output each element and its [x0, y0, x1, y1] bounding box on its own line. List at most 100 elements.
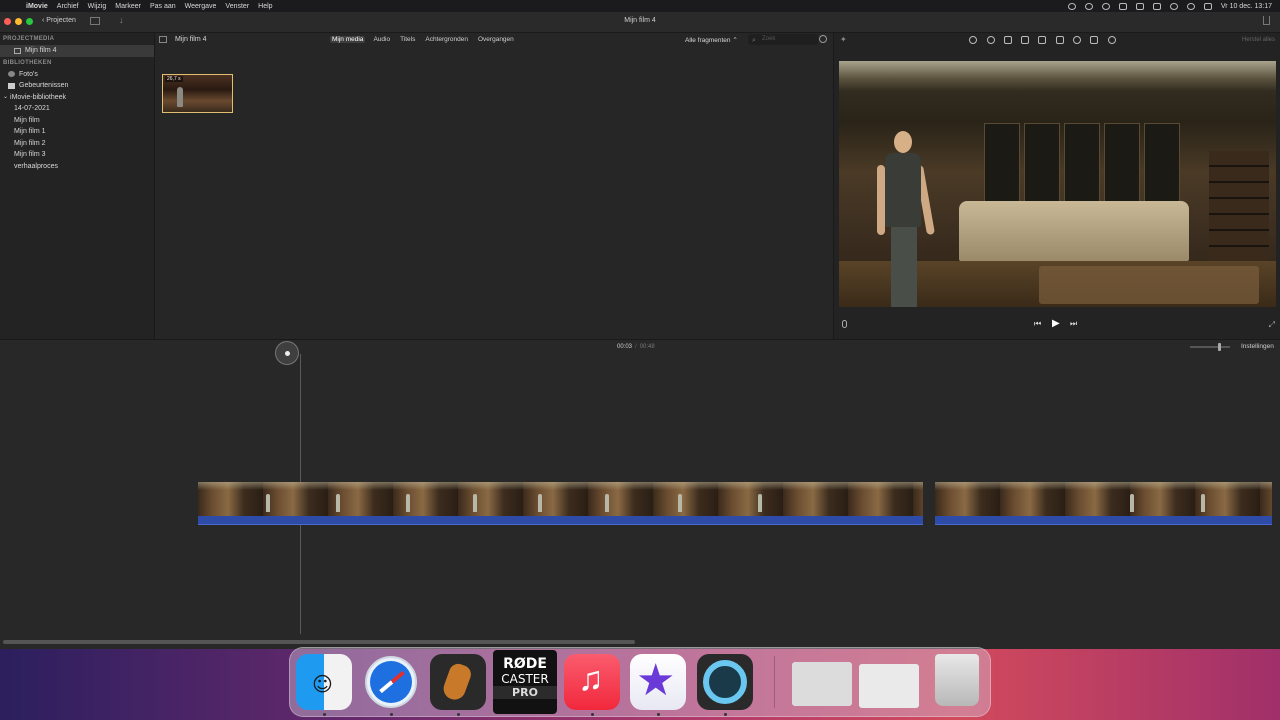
sidebar-item-mijn-film-3[interactable]: Mijn film 3: [0, 149, 154, 161]
filmstrip-figure: [678, 494, 682, 512]
finder-icon[interactable]: ☺: [296, 654, 352, 710]
garageband-icon[interactable]: [430, 654, 486, 710]
sidebar-item-events[interactable]: Gebeurtenissen: [0, 80, 154, 92]
stabilization-icon[interactable]: [1021, 36, 1029, 44]
clip-filter-select[interactable]: Alle fragmenten ⌃: [685, 36, 738, 44]
sidebar-item-mijn-film-1[interactable]: Mijn film 1: [0, 126, 154, 138]
menu-help[interactable]: Help: [258, 3, 272, 10]
tab-backgrounds[interactable]: Achtergronden: [423, 36, 470, 43]
share-icon[interactable]: [1263, 16, 1270, 25]
battery-icon[interactable]: [1152, 2, 1161, 10]
trash-icon[interactable]: [935, 654, 979, 706]
skip-back-icon[interactable]: ⏮: [1034, 319, 1041, 329]
menu-archief[interactable]: Archief: [57, 3, 79, 10]
menu-pas-aan[interactable]: Pas aan: [150, 3, 176, 10]
menu-imovie[interactable]: iMovie: [26, 3, 48, 10]
recent-document-stack[interactable]: [792, 662, 852, 706]
quicktime-icon[interactable]: [697, 654, 753, 710]
sidebar-item-event-date[interactable]: 14-07-2021: [0, 103, 154, 115]
sidebar-item-imovie-library[interactable]: ⌄ iMovie-bibliotheek: [0, 92, 154, 104]
timeline-zoom-slider[interactable]: [1190, 343, 1230, 351]
record-icon[interactable]: [1067, 2, 1076, 10]
rode-logo-line2: CASTER: [501, 672, 549, 686]
screen-icon[interactable]: [1118, 2, 1127, 10]
timeline-settings-button[interactable]: Instellingen: [1241, 343, 1274, 350]
safari-icon[interactable]: [365, 656, 417, 708]
tab-transitions[interactable]: Overgangen: [476, 36, 516, 43]
window-title: Mijn film 4: [624, 17, 656, 24]
video-window: [1064, 123, 1100, 205]
video-preview[interactable]: [839, 61, 1276, 307]
filmstrip-figure: [406, 494, 410, 512]
sidebar-item-photos[interactable]: Foto's: [0, 69, 154, 81]
noise-reduction-icon[interactable]: [1056, 36, 1064, 44]
running-indicator: [457, 713, 460, 716]
sidebar-item-verhaalproces[interactable]: verhaalproces: [0, 161, 154, 173]
viewer-panel: ✦ Herstel alles ⏮ ▶ ⏭ ⤢: [833, 33, 1280, 339]
recent-document-stack[interactable]: [859, 664, 919, 708]
volume-icon[interactable]: [1135, 2, 1144, 10]
search-icon[interactable]: [1186, 2, 1195, 10]
sidebar-item-label: 14-07-2021: [14, 105, 50, 112]
menu-wijzig[interactable]: Wijzig: [88, 3, 107, 10]
running-indicator: [724, 713, 727, 716]
color-balance-icon[interactable]: [969, 36, 977, 44]
sidebar-toggle-icon[interactable]: [159, 36, 167, 43]
timeline-clip[interactable]: [935, 482, 1272, 528]
clip-filter-icon[interactable]: [1090, 36, 1098, 44]
sidebar-item-label: Mijn film 4: [25, 47, 57, 54]
play-status-icon[interactable]: [1101, 2, 1110, 10]
speed-icon[interactable]: [1073, 36, 1081, 44]
crop-icon[interactable]: [1004, 36, 1012, 44]
sidebar-item-label: iMovie-bibliotheek: [10, 93, 67, 101]
filmstrip-figure: [336, 494, 340, 512]
media-thumbnail[interactable]: 26,7 s: [162, 74, 233, 113]
clip-filmstrip: [198, 482, 923, 516]
adjustment-toolbar: ✦ Herstel alles: [834, 33, 1280, 47]
reset-all-button[interactable]: Herstel alles: [1242, 37, 1275, 43]
dock-separator: [774, 656, 775, 708]
fullscreen-icon[interactable]: ⤢: [1269, 320, 1275, 330]
play-icon[interactable]: ▶: [1052, 318, 1060, 329]
section-project-media: PROJECTMEDIA: [3, 36, 55, 42]
volume-adjust-icon[interactable]: [1038, 36, 1046, 44]
menu-venster[interactable]: Venster: [225, 3, 249, 10]
music-icon[interactable]: ♫: [564, 654, 620, 710]
clip-filter-label: Alle fragmenten: [685, 37, 731, 44]
browser-settings-icon[interactable]: [819, 35, 827, 43]
search-input[interactable]: ⌕ Zoek: [748, 34, 818, 45]
sidebar-item-mijn-film[interactable]: Mijn film: [0, 115, 154, 127]
menu-markeer[interactable]: Markeer: [115, 3, 141, 10]
skip-forward-icon[interactable]: ⏭: [1070, 319, 1077, 329]
media-browser: Mijn film 4 Mijn media Audio Titels Acht…: [155, 33, 832, 339]
creative-cloud-icon[interactable]: [1084, 2, 1093, 10]
video-rug: [1039, 266, 1259, 304]
timeline-scrollbar[interactable]: [3, 640, 635, 644]
imovie-icon[interactable]: ★: [630, 654, 686, 710]
rodecaster-pro-icon[interactable]: RØDE CASTER PRO: [493, 650, 557, 714]
menu-weergave[interactable]: Weergave: [185, 3, 217, 10]
wifi-icon[interactable]: [1169, 2, 1178, 10]
tab-my-media[interactable]: Mijn media: [330, 36, 366, 43]
tab-audio[interactable]: Audio: [371, 36, 392, 43]
timeline-clip[interactable]: [198, 482, 923, 528]
menubar-clock[interactable]: Vr 10 dec. 13:17: [1221, 3, 1272, 10]
video-ceiling-light: [839, 61, 1276, 91]
control-center-icon[interactable]: [1203, 2, 1212, 10]
chevron-down-icon[interactable]: ⌄: [3, 92, 8, 104]
filmstrip-figure: [538, 494, 542, 512]
film-icon: [14, 47, 21, 54]
info-icon[interactable]: [1108, 36, 1116, 44]
microphone-icon[interactable]: [842, 320, 847, 328]
status-icons: Vr 10 dec. 13:17: [1067, 0, 1272, 12]
sidebar-item-project[interactable]: Mijn film 4: [0, 45, 154, 57]
tab-titles[interactable]: Titels: [398, 36, 417, 43]
zoom-slider-knob[interactable]: [1218, 343, 1221, 351]
color-correction-icon[interactable]: [987, 36, 995, 44]
video-window: [1144, 123, 1180, 205]
apple-menu-icon[interactable]: [10, 1, 20, 11]
sidebar-item-mijn-film-2[interactable]: Mijn film 2: [0, 138, 154, 150]
guitar-shape: [440, 661, 474, 703]
magic-wand-icon[interactable]: ✦: [840, 35, 847, 44]
person-legs: [891, 227, 917, 307]
